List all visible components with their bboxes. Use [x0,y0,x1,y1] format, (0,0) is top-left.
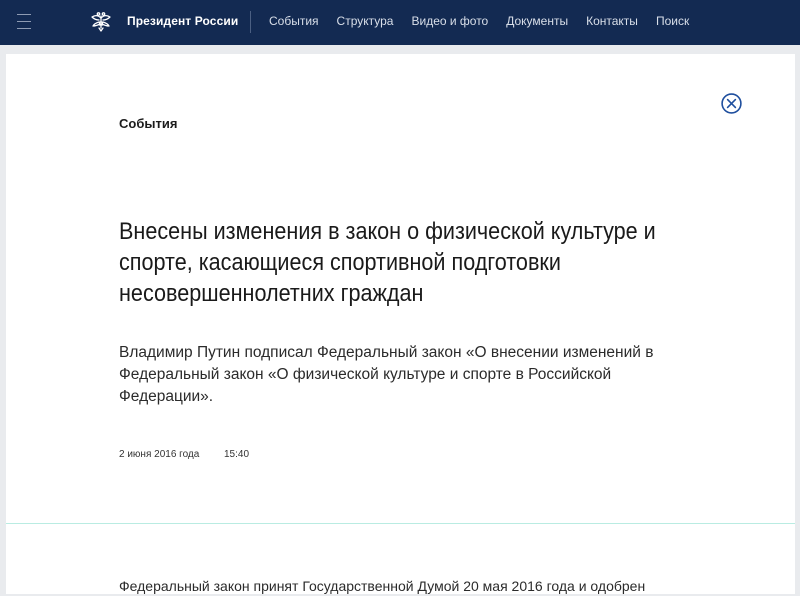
section-label[interactable]: События [119,116,177,131]
article-title: Внесены изменения в закон о физической к… [119,218,656,307]
top-navigation-bar: Президент России События Структура Видео… [0,0,800,45]
article-date: 2 июня 2016 года [119,449,200,460]
nav-item-documents[interactable]: Документы [506,14,568,28]
site-brand-title[interactable]: Президент России [127,14,238,28]
close-icon[interactable] [721,93,742,114]
hamburger-menu-icon[interactable] [17,14,31,29]
main-nav: События Структура Видео и фото Документы… [269,14,707,28]
article-lead: Владимир Путин подписал Федеральный зако… [119,344,654,405]
emblem-icon[interactable] [89,10,113,34]
nav-item-search[interactable]: Поиск [656,14,689,28]
nav-item-video-photo[interactable]: Видео и фото [411,14,488,28]
header-divider [250,11,251,33]
nav-item-structure[interactable]: Структура [337,14,394,28]
nav-item-events[interactable]: События [269,14,319,28]
article-body-text: Федеральный закон принят Государственной… [119,578,646,594]
article-time: 15:40 [224,449,250,460]
nav-item-contacts[interactable]: Контакты [586,14,638,28]
